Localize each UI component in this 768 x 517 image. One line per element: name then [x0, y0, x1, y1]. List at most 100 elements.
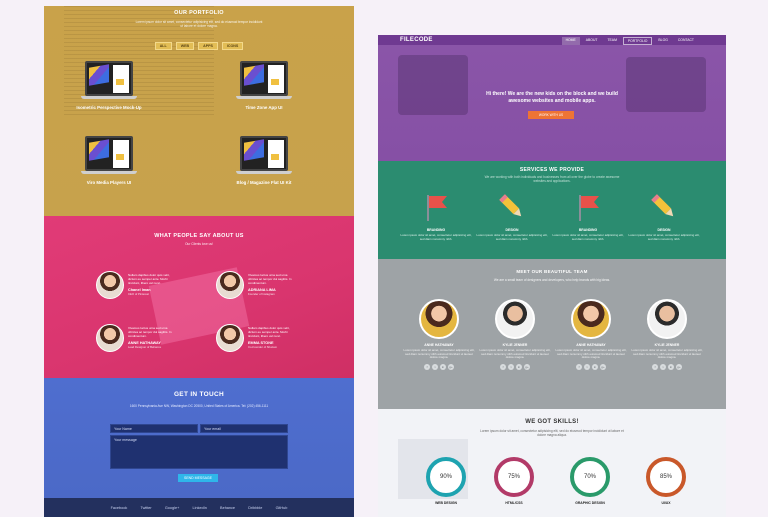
- twitter-icon[interactable]: t: [432, 363, 438, 370]
- filter-icons[interactable]: ICONS: [221, 42, 244, 50]
- testimonial-role: CEO of Pinterest: [128, 291, 149, 296]
- portfolio-item-title: Viro Media Players UI: [86, 180, 132, 185]
- skill-label: WEB DESIGN: [435, 501, 457, 505]
- twitter-icon[interactable]: t: [508, 363, 514, 370]
- portfolio-item[interactable]: Viro Media Players UI: [59, 136, 159, 185]
- facebook-icon[interactable]: f: [500, 363, 506, 370]
- linkedin-icon[interactable]: in: [668, 363, 674, 370]
- nav-team[interactable]: TEAM: [603, 37, 620, 45]
- googleplus-icon[interactable]: g+: [524, 363, 530, 370]
- footer-link-facebook[interactable]: Facebook: [111, 506, 128, 510]
- avatar: [647, 299, 687, 339]
- facebook-icon[interactable]: f: [652, 363, 658, 370]
- footer-link-behance[interactable]: Behance: [220, 506, 235, 510]
- testimonial: Nullam dapibus dolor quis velit, dictum …: [216, 324, 294, 352]
- avatar: [96, 271, 124, 299]
- skill-label: HTML/CSS: [505, 501, 523, 505]
- footer-link-linkedin[interactable]: LinkedIn: [193, 506, 207, 510]
- hero-section: Hi there! We are the new kids on the blo…: [378, 45, 726, 161]
- team-member: ANNE HATHAWAY Lorem ipsum dolor sit amet…: [402, 299, 476, 370]
- footer-link-github[interactable]: GitHub: [276, 506, 288, 510]
- name-field[interactable]: Your Name: [110, 424, 198, 433]
- services-title: SERVICES WE PROVIDE: [519, 167, 585, 173]
- googleplus-icon[interactable]: g+: [676, 363, 682, 370]
- laptop-image: [236, 136, 292, 176]
- twitter-icon[interactable]: t: [660, 363, 666, 370]
- nav-about[interactable]: ABOUT: [582, 37, 602, 45]
- testimonials-section: WHAT PEOPLE SAY ABOUT US Our Clients lov…: [44, 216, 354, 378]
- hero-line-2: awesome websites and mobile apps.: [508, 97, 596, 104]
- member-name: KYLIE JENNER: [654, 343, 680, 347]
- team-member: KYLIE JENNER Lorem ipsum dolor sit amet,…: [478, 299, 552, 370]
- testimonial-text: Nullam dapibus dolor quis velit, dictum …: [248, 326, 290, 338]
- member-name: ANNE HATHAWAY: [424, 343, 454, 347]
- flag-icon: [579, 195, 599, 221]
- team-subtitle: We are a small team of designers and dev…: [493, 278, 611, 282]
- portfolio-item[interactable]: Isometric Perspective Mock-Up: [59, 61, 159, 110]
- skill-percent: 85%: [659, 474, 672, 480]
- facebook-icon[interactable]: f: [424, 363, 430, 370]
- skill-item: 75% HTML/CSS: [484, 457, 544, 505]
- footer-link-dribbble[interactable]: Dribbble: [248, 506, 262, 510]
- contact-section: GET IN TOUCH 1600 Pennsylvania Ave NW, W…: [44, 378, 354, 498]
- testimonial-text: Vivamus luctus urna sed urna ultricies a…: [128, 326, 172, 338]
- skill-ring: 85%: [646, 457, 686, 497]
- filter-web[interactable]: WEB: [175, 42, 195, 50]
- skill-ring: 90%: [426, 457, 466, 497]
- googleplus-icon[interactable]: g+: [600, 363, 606, 370]
- twitter-icon[interactable]: t: [584, 363, 590, 370]
- nav-contact[interactable]: CONTACT: [674, 37, 698, 45]
- portfolio-item-title: Isometric Perspective Mock-Up: [76, 105, 142, 110]
- skill-label: UI/UX: [661, 501, 671, 505]
- flag-icon: [427, 195, 447, 221]
- service-text: Lorem ipsum dolor sit amet, consectetur …: [476, 233, 548, 241]
- footer-social-links: Facebook Twitter Google+ LinkedIn Behanc…: [44, 498, 354, 517]
- member-bio: Lorem ipsum dolor sit amet, consectetur …: [479, 348, 551, 360]
- portfolio-item[interactable]: Time Zone App UI: [214, 61, 314, 110]
- skills-section: WE GOT SKILLS! Lorem ipsum dolor sit ame…: [378, 409, 726, 517]
- brand-logo[interactable]: FILECODE: [400, 37, 433, 43]
- nav-portfolio[interactable]: PORTFOLIO: [622, 37, 653, 45]
- linkedin-icon[interactable]: in: [440, 363, 446, 370]
- skill-item: 85% UI/UX: [636, 457, 696, 505]
- linkedin-icon[interactable]: in: [592, 363, 598, 370]
- services-subtitle: We are working with both individuals and…: [484, 175, 620, 183]
- member-bio: Lorem ipsum dolor sit amet, consectetur …: [555, 348, 627, 360]
- right-page-preview: FILECODE HOME ABOUT TEAM PORTFOLIO BLOG …: [378, 35, 726, 517]
- member-bio: Lorem ipsum dolor sit amet, consectetur …: [631, 348, 703, 360]
- service-card: DESIGN Lorem ipsum dolor sit amet, conse…: [476, 193, 548, 241]
- portfolio-title: OUR PORTFOLIO: [174, 10, 224, 16]
- footer-link-googleplus[interactable]: Google+: [165, 506, 179, 510]
- service-card: DESIGN Lorem ipsum dolor sit amet, conse…: [628, 193, 700, 241]
- member-socials: f t in g+: [402, 363, 476, 370]
- filter-apps[interactable]: APPS: [198, 42, 218, 50]
- message-field[interactable]: Your message: [110, 435, 288, 469]
- filter-all[interactable]: ALL: [154, 42, 172, 50]
- portfolio-item[interactable]: Blog / Magazine Flat UI Kit: [214, 136, 314, 185]
- hero-heading: Hi there! We are the new kids on the blo…: [378, 91, 726, 104]
- skill-ring: 70%: [570, 457, 610, 497]
- nav-home[interactable]: HOME: [561, 37, 580, 45]
- skills-title: WE GOT SKILLS!: [525, 419, 579, 425]
- left-page-preview: OUR PORTFOLIO Lorem ipsum dolor sit amet…: [44, 6, 354, 517]
- member-socials: f t in g+: [630, 363, 704, 370]
- testimonial-role: Co-Founder of Shazam: [248, 344, 278, 349]
- linkedin-icon[interactable]: in: [516, 363, 522, 370]
- avatar: [495, 299, 535, 339]
- facebook-icon[interactable]: f: [576, 363, 582, 370]
- skill-ring: 75%: [494, 457, 534, 497]
- service-text: Lorem ipsum dolor sit amet, consectetur …: [552, 233, 624, 241]
- pencil-icon: [651, 194, 674, 217]
- testimonials-subtitle: Our Clients love us!: [185, 242, 213, 246]
- send-message-button[interactable]: SEND MESSAGE: [178, 474, 218, 482]
- work-with-us-button[interactable]: WORK WITH US: [528, 111, 574, 119]
- member-socials: f t in g+: [554, 363, 628, 370]
- avatar: [216, 324, 244, 352]
- email-field[interactable]: Your email: [200, 424, 288, 433]
- footer-link-twitter[interactable]: Twitter: [140, 506, 151, 510]
- service-card: BRANDING Lorem ipsum dolor sit amet, con…: [400, 193, 472, 241]
- contact-address: 1600 Pennsylvania Ave NW, Washington DC …: [129, 404, 269, 408]
- googleplus-icon[interactable]: g+: [448, 363, 454, 370]
- skill-label: GRAPHIC DESIGN: [575, 501, 605, 505]
- nav-blog[interactable]: BLOG: [654, 37, 671, 45]
